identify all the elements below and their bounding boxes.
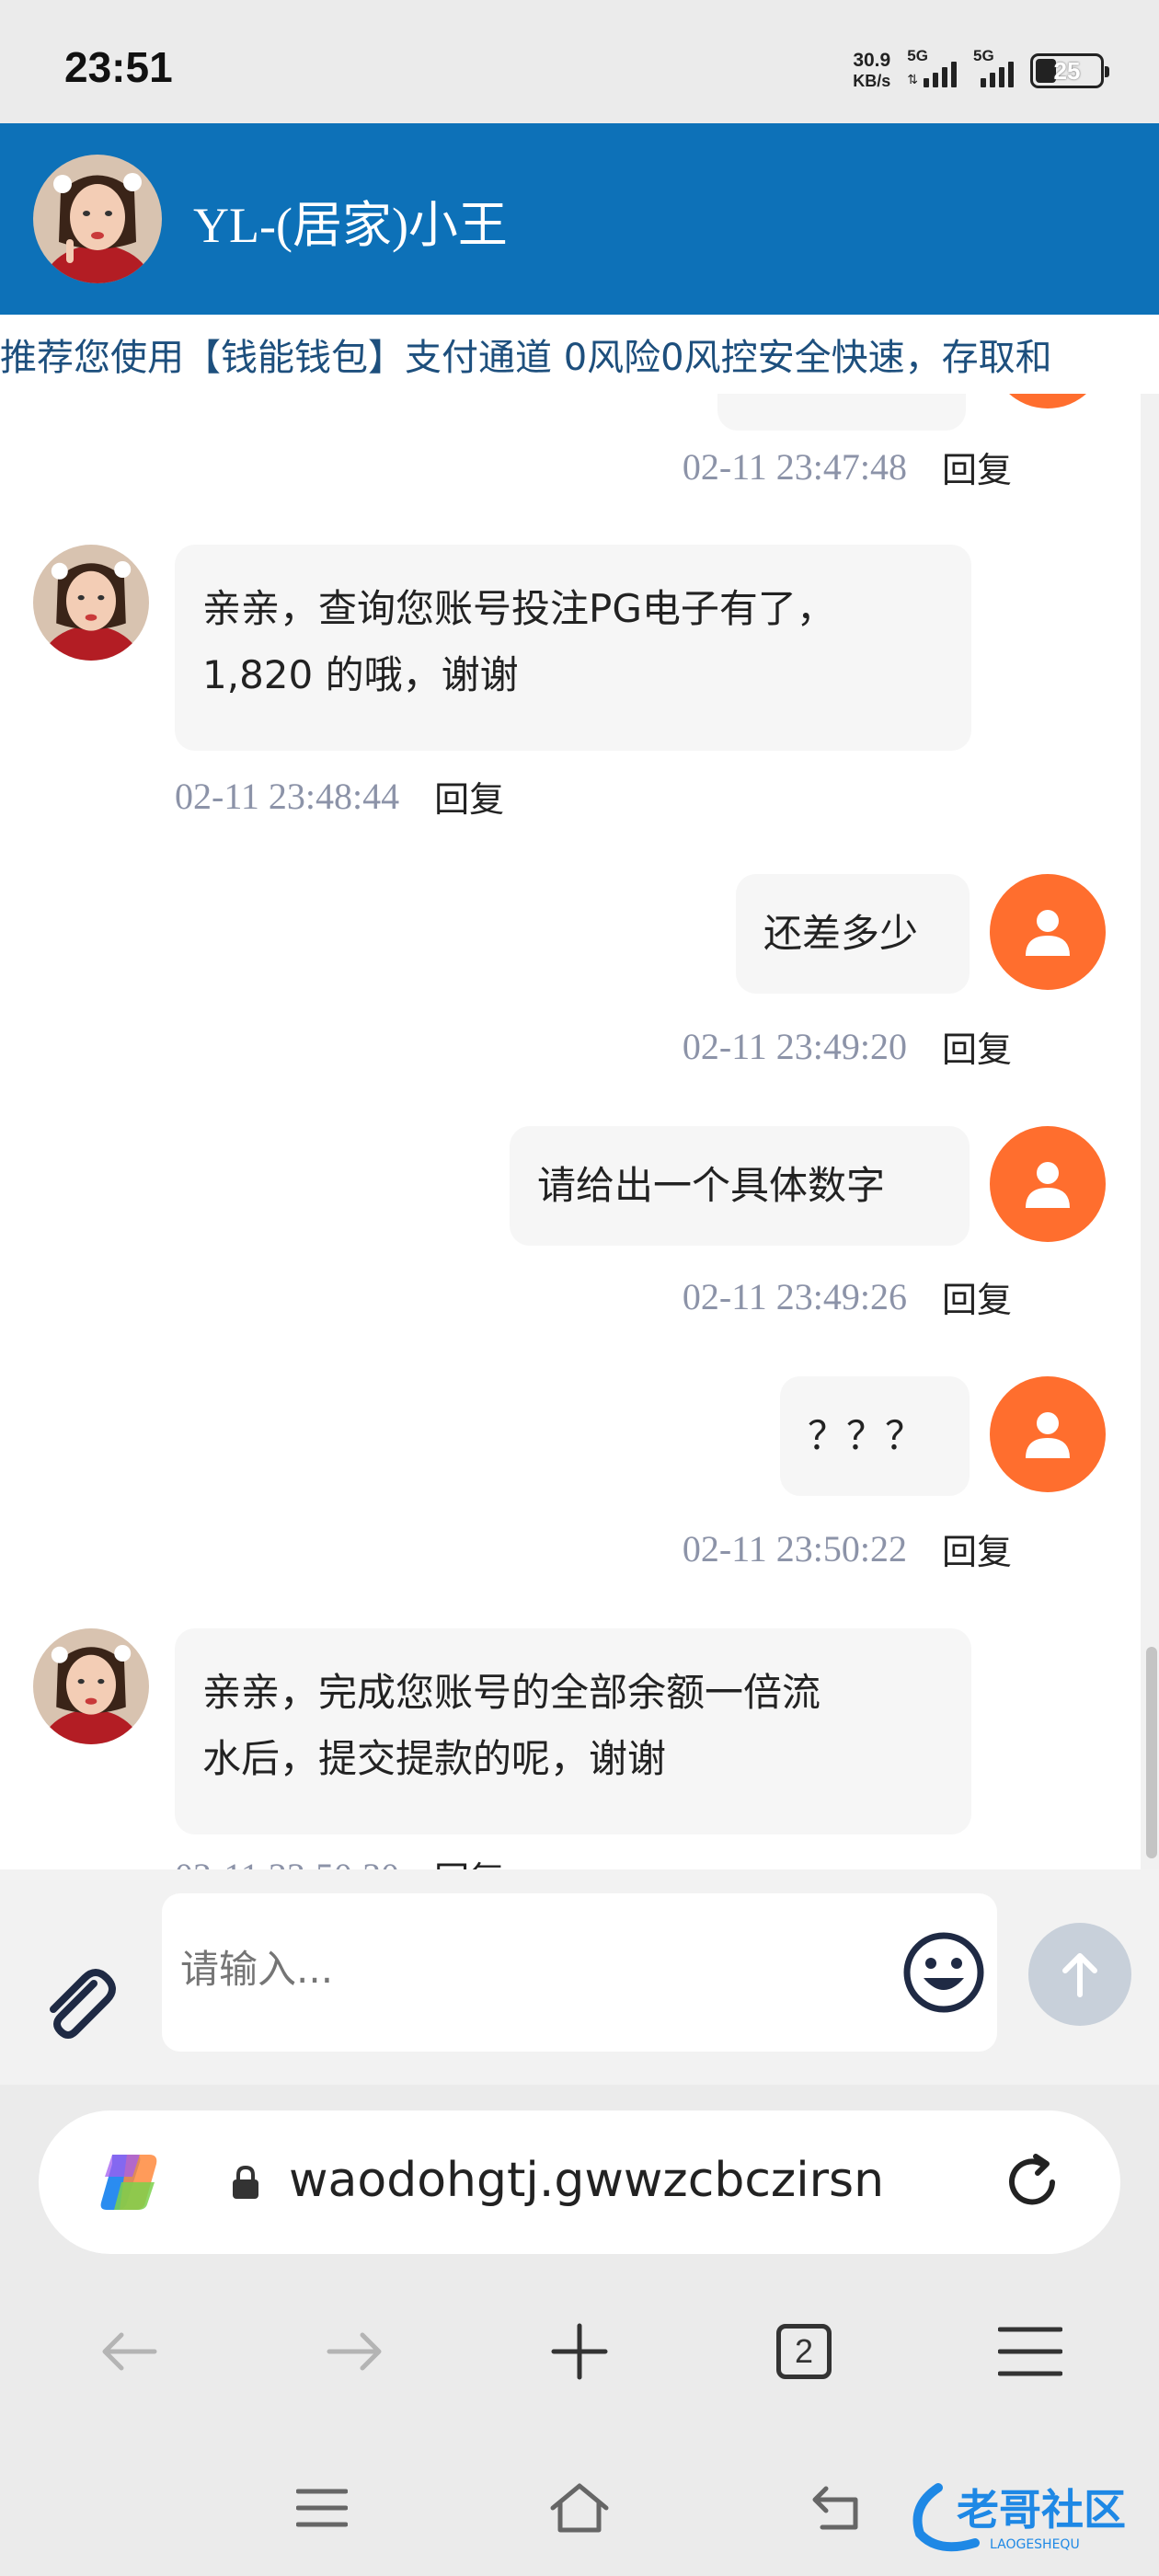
reload-icon[interactable] xyxy=(999,2149,1065,2215)
message-timestamp: 02-11 23:48:44 xyxy=(175,776,400,817)
menu-button[interactable] xyxy=(984,2306,1076,2398)
notice-text: 推荐您使用【钱能钱包】支付通道 0风险0风控安全快速，存取和 xyxy=(0,337,1052,379)
message-timestamp: 02-11 23:49:20 xyxy=(682,1026,907,1067)
recents-icon xyxy=(296,2489,348,2527)
message-timestamp: 02-11 23:49:26 xyxy=(682,1276,907,1317)
signal-icon: 5G ⇅ xyxy=(907,47,957,87)
chat-title: YL-(居家)小王 xyxy=(193,198,508,253)
attachment-button[interactable] xyxy=(37,1958,123,2044)
message-timestamp: 02-11 23:47:48 xyxy=(682,446,907,488)
user-avatar xyxy=(990,1376,1106,1492)
reply-link[interactable]: 回复 xyxy=(942,1271,1012,1322)
arrow-right-icon xyxy=(327,2332,382,2371)
tab-count: 2 xyxy=(776,2324,832,2379)
user-icon xyxy=(1026,910,1070,956)
scrollbar[interactable] xyxy=(1146,1647,1157,1858)
message-meta: 02-11 23:49:26 回复 xyxy=(683,1271,1012,1322)
message-meta: 02-11 23:49:20 回复 xyxy=(683,1021,1012,1072)
reply-link[interactable]: 回复 xyxy=(434,771,504,822)
message-input[interactable] xyxy=(180,1947,879,1992)
network-speed: 30.9 KB/s xyxy=(853,50,891,91)
message-meta: 02-11 23:50:30 回复 xyxy=(175,1851,504,1869)
svg-text:LAOGESHEQU: LAOGESHEQU xyxy=(990,2537,1080,2552)
recents-button[interactable] xyxy=(276,2462,368,2554)
watermark-logo: 老哥社区 LAOGESHEQU xyxy=(901,2469,1150,2558)
message-bubble xyxy=(717,394,966,431)
user-icon xyxy=(1026,1162,1070,1208)
browser-nav-row: 2 xyxy=(0,2306,1159,2398)
user-avatar xyxy=(990,874,1106,990)
status-bar: 23:51 30.9 KB/s 5G ⇅ 5G 25 xyxy=(0,0,1159,123)
home-button[interactable] xyxy=(534,2462,625,2554)
forward-button[interactable] xyxy=(309,2306,401,2398)
message-bubble: ？？？ xyxy=(780,1376,970,1496)
signal-icon: 5G xyxy=(973,47,1014,87)
back-icon xyxy=(812,2486,858,2530)
back-system-button[interactable] xyxy=(791,2462,883,2554)
paperclip-icon xyxy=(50,1969,116,2039)
status-icons: 30.9 KB/s 5G ⇅ 5G 25 xyxy=(853,47,1109,94)
plus-icon xyxy=(551,2323,608,2380)
emoji-button[interactable] xyxy=(900,1928,988,2017)
smiley-icon xyxy=(903,1932,984,2013)
message-bubble: 还差多少 xyxy=(736,874,970,994)
arrow-up-icon xyxy=(1062,1953,1097,1997)
reply-link[interactable]: 回复 xyxy=(434,1851,504,1869)
reply-link[interactable]: 回复 xyxy=(942,1524,1012,1574)
message-input-bar xyxy=(0,1869,1159,2085)
message-meta: 02-11 23:47:48 回复 xyxy=(683,442,1012,492)
agent-avatar xyxy=(33,545,149,661)
url-text[interactable]: waodohgtj.gwwzcbczirsn xyxy=(289,2153,951,2208)
message-timestamp: 02-11 23:50:30 xyxy=(175,1855,399,1869)
chat-header: YL-(居家)小王 xyxy=(0,123,1159,315)
battery-icon: 25 xyxy=(1030,53,1109,88)
notice-marquee: 推荐您使用【钱能钱包】支付通道 0风险0风控安全快速，存取和 xyxy=(0,315,1159,394)
user-icon xyxy=(1026,1412,1070,1458)
arrow-left-icon xyxy=(102,2332,157,2371)
svg-text:老哥社区: 老哥社区 xyxy=(957,2485,1126,2535)
message-input-box xyxy=(162,1893,997,2052)
send-button[interactable] xyxy=(1028,1923,1131,2026)
message-meta: 02-11 23:50:22 回复 xyxy=(683,1524,1012,1574)
message-bubble: 亲亲，完成您账号的全部余额一倍流 水后，提交提款的呢，谢谢 xyxy=(175,1628,971,1834)
reply-link[interactable]: 回复 xyxy=(942,1021,1012,1072)
agent-avatar xyxy=(33,1628,149,1744)
lock-icon xyxy=(230,2164,261,2201)
message-meta: 02-11 23:48:44 回复 xyxy=(175,771,504,822)
tabs-button[interactable]: 2 xyxy=(758,2306,850,2398)
message-bubble: 亲亲，查询您账号投注PG电子有了， 1,820 的哦，谢谢 xyxy=(175,545,971,751)
reply-link[interactable]: 回复 xyxy=(942,442,1012,492)
message-timestamp: 02-11 23:50:22 xyxy=(682,1528,907,1570)
user-avatar xyxy=(990,394,1106,408)
message-bubble: 请给出一个具体数字 xyxy=(510,1126,970,1246)
home-icon xyxy=(550,2483,609,2533)
hamburger-icon xyxy=(998,2327,1062,2376)
address-bar[interactable]: waodohgtj.gwwzcbczirsn xyxy=(39,2110,1120,2254)
chat-messages[interactable]: 02-11 23:47:48 回复 亲亲，查询您账号投注PG电子有了， 1,82… xyxy=(0,394,1141,1869)
agent-avatar[interactable] xyxy=(33,155,162,283)
status-time: 23:51 xyxy=(64,43,173,91)
copilot-icon[interactable] xyxy=(94,2145,167,2219)
new-tab-button[interactable] xyxy=(534,2306,625,2398)
user-avatar xyxy=(990,1126,1106,1242)
back-button[interactable] xyxy=(83,2306,175,2398)
